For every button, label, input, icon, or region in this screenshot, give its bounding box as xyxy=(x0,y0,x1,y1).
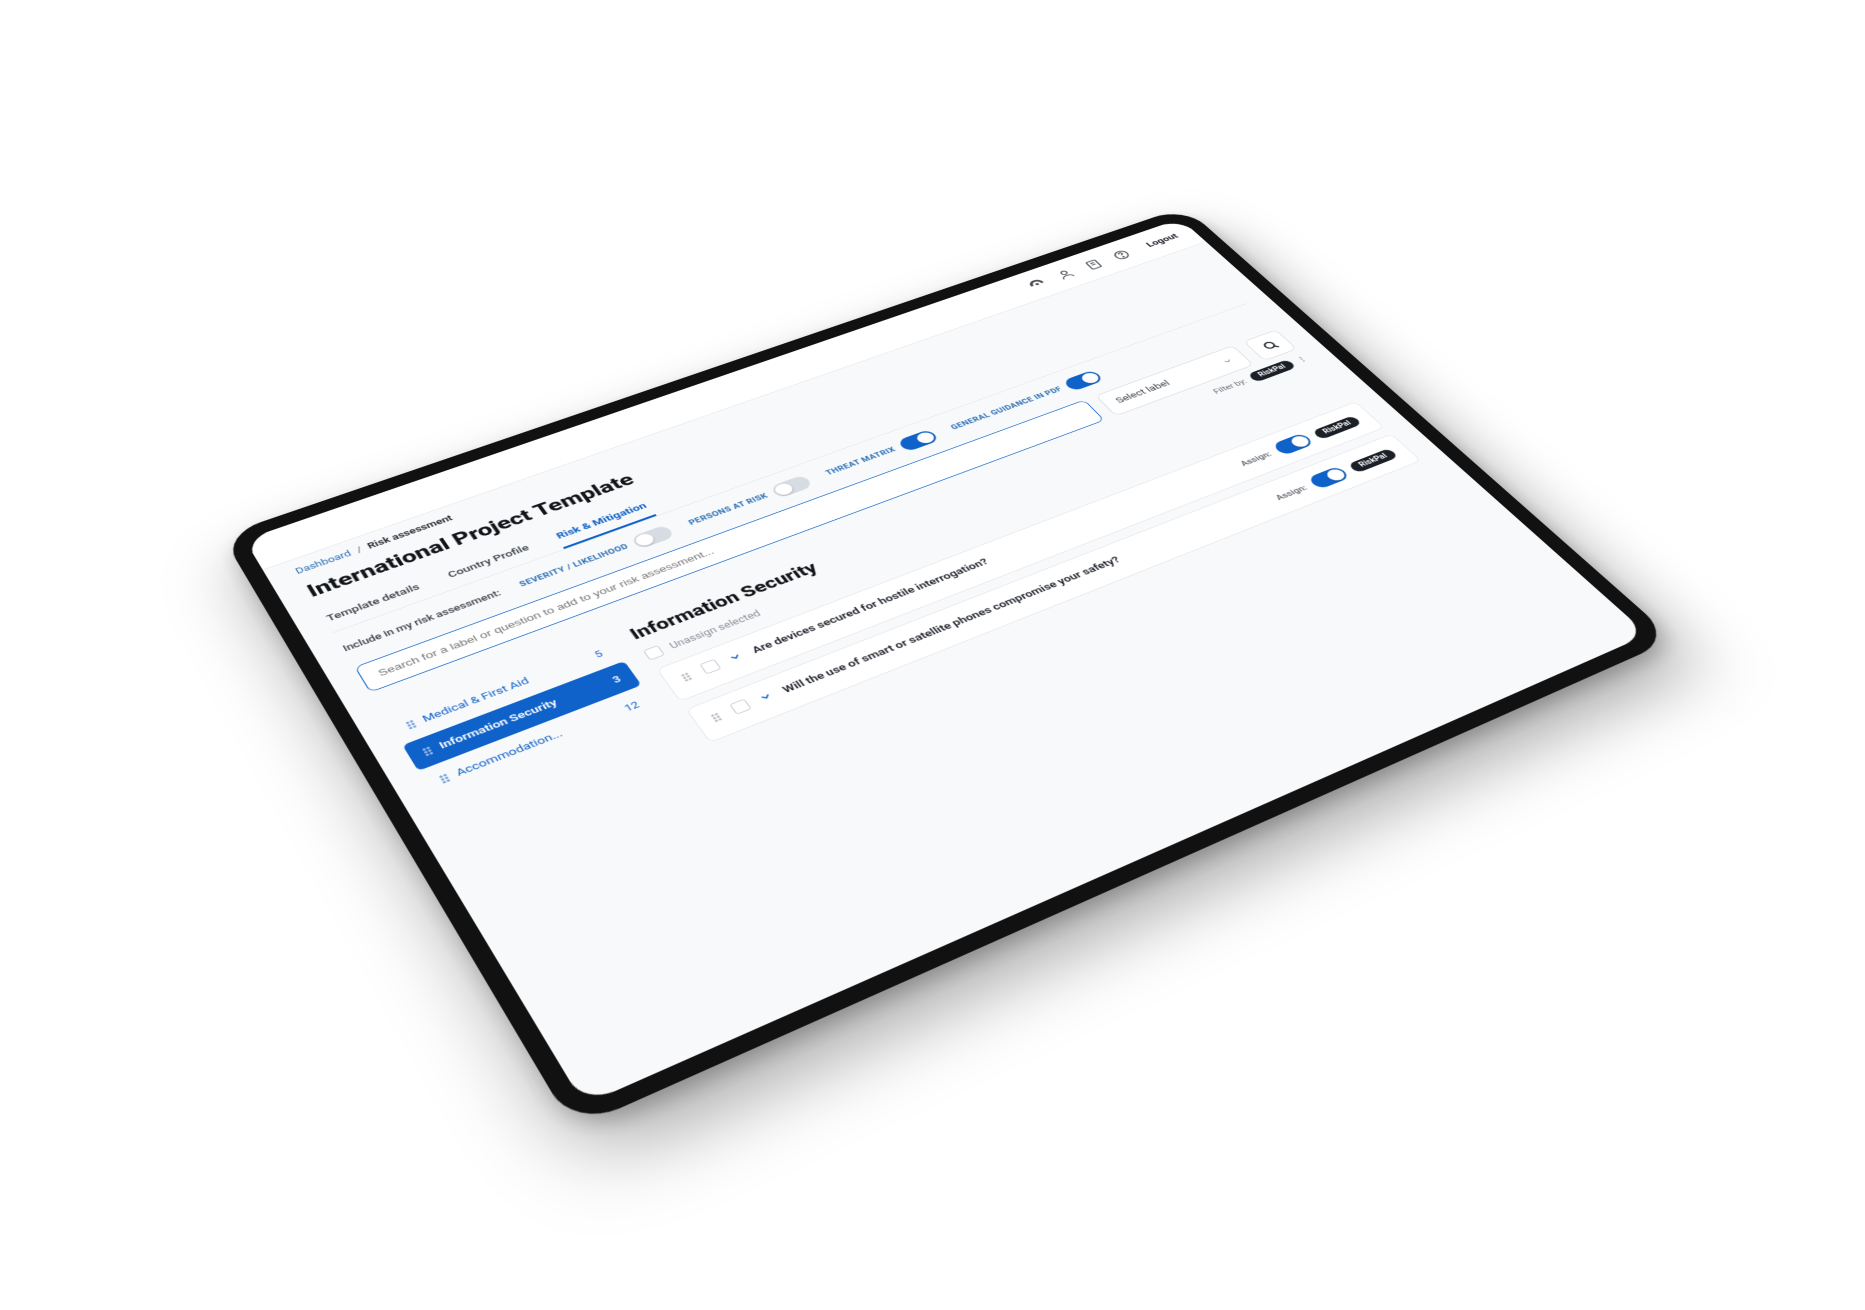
search-icon xyxy=(1258,338,1281,351)
select-all-checkbox[interactable] xyxy=(642,645,664,660)
grip-icon xyxy=(421,745,435,756)
user-icon[interactable] xyxy=(1051,266,1080,283)
grip-icon xyxy=(405,719,419,730)
grip-icon[interactable] xyxy=(680,671,694,681)
sidebar-item-count: 5 xyxy=(592,648,604,659)
logout-link[interactable]: Logout xyxy=(1144,232,1181,249)
screen: Logout Dashboard / Risk assessment Inter… xyxy=(244,219,1647,1105)
document-icon[interactable] xyxy=(1079,256,1108,273)
grip-icon[interactable] xyxy=(710,712,725,723)
toggle-threat-switch[interactable] xyxy=(896,429,939,452)
chevron-down-icon xyxy=(1219,356,1234,365)
search-button[interactable] xyxy=(1243,330,1297,361)
filterby-label: Filter by: xyxy=(1211,377,1249,395)
toggle-persons-switch[interactable] xyxy=(769,475,813,499)
assign-chip[interactable]: RiskPal xyxy=(1347,448,1398,473)
assign-switch[interactable] xyxy=(1271,432,1314,455)
filterby-more-icon[interactable]: ⋮ xyxy=(1294,355,1310,365)
sidebar-item-count: 12 xyxy=(622,699,641,713)
assign-label: Assign: xyxy=(1272,483,1308,501)
toggle-severity-switch[interactable] xyxy=(630,524,675,549)
sidebar-item-count: 3 xyxy=(610,674,623,685)
grip-icon xyxy=(438,772,453,783)
question-checkbox[interactable] xyxy=(729,699,752,715)
question-checkbox[interactable] xyxy=(699,659,721,675)
main: International Project Template Template … xyxy=(271,253,1647,1105)
assign-chip[interactable]: RiskPal xyxy=(1311,415,1361,439)
assign-label: Assign: xyxy=(1237,450,1273,468)
help-icon[interactable] xyxy=(1107,246,1136,263)
chevron-down-icon[interactable] xyxy=(755,689,777,706)
speed-icon[interactable] xyxy=(1022,275,1051,292)
toggle-guidance-switch[interactable] xyxy=(1062,370,1104,392)
label-select-text: Select label xyxy=(1113,379,1172,405)
assign-switch[interactable] xyxy=(1307,466,1351,490)
tablet-frame: Logout Dashboard / Risk assessment Inter… xyxy=(221,207,1674,1129)
chevron-down-icon[interactable] xyxy=(725,650,747,667)
